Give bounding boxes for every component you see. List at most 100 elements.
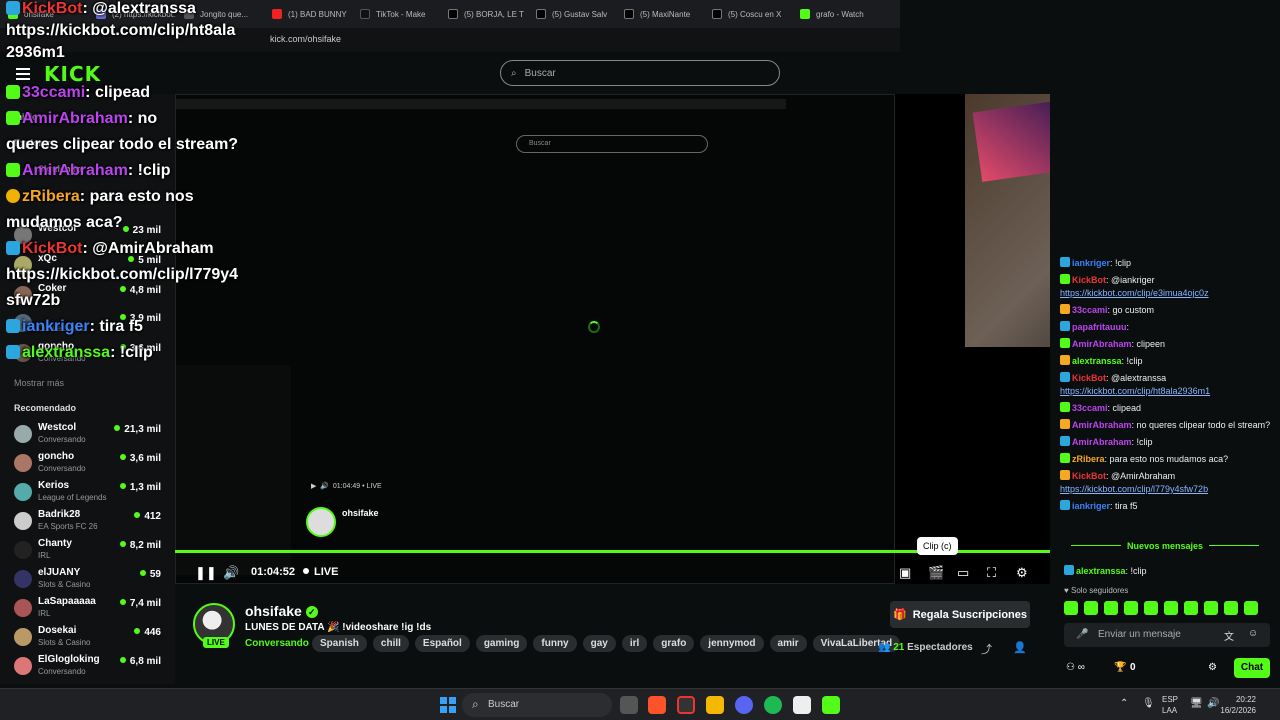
app-icon[interactable]	[793, 696, 811, 714]
emote-icon[interactable]	[1184, 601, 1198, 615]
recommended-channel[interactable]: Dosekai Slots & Casino 446	[12, 624, 167, 652]
emote-icon[interactable]	[1244, 601, 1258, 615]
new-messages-divider[interactable]: Nuevos mensajes	[1060, 541, 1270, 551]
follow-user-icon[interactable]: 👤	[1013, 641, 1027, 654]
discord-icon[interactable]	[735, 696, 753, 714]
stream-category[interactable]: Conversando	[245, 638, 309, 649]
emoji-icon[interactable]: ☺	[1248, 628, 1258, 639]
chat-username[interactable]: zRibera	[1072, 454, 1105, 464]
chest-icon[interactable]: 🏆	[1114, 662, 1126, 673]
mic-icon[interactable]: 🎤	[1076, 629, 1088, 640]
emote-icon[interactable]	[1064, 601, 1078, 615]
tag[interactable]: jennymod	[700, 635, 764, 652]
kick-logo[interactable]: KICK	[44, 62, 101, 86]
browser-tab[interactable]: TikTok - Make	[352, 0, 440, 28]
chat-username[interactable]: alextranssa	[1076, 566, 1126, 576]
emote-icon[interactable]	[1204, 601, 1218, 615]
search-input[interactable]: ⌕ Buscar	[500, 60, 780, 86]
recommended-channel[interactable]: elJUANY Slots & Casino 59	[12, 566, 167, 594]
tag[interactable]: irl	[621, 635, 648, 652]
pause-icon[interactable]: ❚❚	[195, 565, 217, 581]
emote-icon[interactable]	[1084, 601, 1098, 615]
recommended-channel[interactable]: Badrik28 EA Sports FC 26 412	[12, 508, 167, 536]
volume-icon[interactable]: 🔊	[223, 565, 239, 581]
browser-tab[interactable]: (5) Coscu en X	[704, 0, 792, 28]
task-view-icon[interactable]	[620, 696, 638, 714]
network-icon[interactable]: 🖥	[1190, 698, 1203, 709]
chat-username[interactable]: KickBot	[1072, 373, 1106, 383]
chat-send-button[interactable]: Chat	[1234, 658, 1270, 678]
emote-icon[interactable]	[1164, 601, 1178, 615]
clip-icon[interactable]: 🎬	[928, 565, 944, 581]
tag[interactable]: Español	[414, 635, 470, 652]
chat-username[interactable]: KickBot	[1072, 471, 1106, 481]
tray-chevron-icon[interactable]: ⌃	[1120, 698, 1128, 709]
chat-username[interactable]: papafritauuu	[1072, 322, 1127, 332]
gift-subscriptions-button[interactable]: 🎁 Regala Suscripciones	[890, 601, 1030, 628]
theater-mode-icon[interactable]: ▭	[957, 565, 969, 581]
browser-tab[interactable]: (1) BAD BUNNY	[264, 0, 352, 28]
video-player[interactable]: Buscar ▶ 🔊 01:04:49 • LIVE ohsifake	[175, 94, 1050, 584]
tag[interactable]: chill	[372, 635, 409, 652]
chat-username[interactable]: iankriger	[1072, 501, 1110, 511]
settings-gear-icon[interactable]: ⚙	[1016, 565, 1028, 581]
overlay-text: mudamos aca?	[6, 214, 123, 231]
browser-tab[interactable]: (5) BORJA, LE T	[440, 0, 528, 28]
chat-link[interactable]: https://kickbot.com/clip/e3imua4ojc0z	[1060, 288, 1209, 298]
tag[interactable]: amir	[769, 635, 807, 652]
recommended-channel[interactable]: Westcol Conversando 21,3 mil	[12, 421, 167, 449]
chat-username[interactable]: iankriger	[1072, 258, 1110, 268]
clock[interactable]: 20:22 16/2/2026	[1220, 694, 1256, 716]
chat-username[interactable]: AmirAbraham	[1072, 339, 1132, 349]
chat-username[interactable]: AmirAbraham	[1072, 437, 1132, 447]
browser-tab[interactable]: grafo - Watch	[792, 0, 880, 28]
recommended-channel[interactable]: Kerios League of Legends 1,3 mil	[12, 479, 167, 507]
chat-username[interactable]: 33ccami	[1072, 305, 1108, 315]
browser-tab[interactable]: (5) Gustav Salv	[528, 0, 616, 28]
tag[interactable]: Spanish	[312, 635, 367, 652]
recommended-channel[interactable]: LaSapaaaaa IRL 7,4 mil	[12, 595, 167, 623]
chat-username[interactable]: KickBot	[1072, 275, 1106, 285]
live-indicator[interactable]: LIVE	[303, 566, 338, 578]
browser-tab[interactable]: (5) MaxiNante	[616, 0, 704, 28]
share-icon[interactable]: ⤴	[981, 641, 992, 657]
taskbar-search[interactable]: Buscar	[462, 693, 612, 717]
url-text[interactable]: kick.com/ohsifake	[270, 34, 341, 44]
chat-username[interactable]: AmirAbraham	[1072, 420, 1132, 430]
chat-link[interactable]: https://kickbot.com/clip/ht8ala2936m1	[1060, 386, 1210, 396]
obs-icon[interactable]	[677, 696, 695, 714]
tag[interactable]: funny	[533, 635, 577, 652]
chat-username[interactable]: alextranssa	[1072, 356, 1122, 366]
overlay-chat-line: https://kickbot.com/clip/ht8ala	[6, 22, 235, 40]
menu-icon[interactable]	[16, 68, 30, 83]
fullscreen-icon[interactable]: ⛶	[987, 565, 996, 581]
picture-in-picture-icon[interactable]: ▣	[899, 565, 911, 581]
channel-name[interactable]: ohsifake ✓	[245, 603, 318, 619]
spotify-icon[interactable]	[764, 696, 782, 714]
emote-icon[interactable]	[1144, 601, 1158, 615]
chat-username[interactable]: 33ccami	[1072, 403, 1108, 413]
translate-icon[interactable]: 文	[1224, 628, 1234, 643]
tag[interactable]: grafo	[653, 635, 695, 652]
recommended-channel[interactable]: ElGlogloking Conversando 6,8 mil	[12, 653, 167, 681]
points-icon[interactable]: ⚇ ∞	[1066, 662, 1085, 673]
tag[interactable]: gay	[582, 635, 616, 652]
emote-icon[interactable]	[1124, 601, 1138, 615]
language-indicator[interactable]: ESP LAA	[1162, 694, 1178, 716]
windows-start-icon[interactable]	[440, 697, 456, 713]
chat-input[interactable]: 🎤 Enviar un mensaje 文 ☺	[1064, 623, 1270, 647]
volume-tray-icon[interactable]: 🔊	[1207, 698, 1219, 709]
tag[interactable]: gaming	[475, 635, 528, 652]
file-explorer-icon[interactable]	[706, 696, 724, 714]
recommended-channel[interactable]: Chanty IRL 8,2 mil	[12, 537, 167, 565]
kick-app-icon[interactable]	[822, 696, 840, 714]
show-more-link[interactable]: Mostrar más	[14, 378, 64, 388]
mic-tray-icon[interactable]: 🎙	[1142, 698, 1155, 709]
recommended-channel[interactable]: goncho Conversando 3,6 mil	[12, 450, 167, 478]
channel-category: Conversando	[38, 667, 86, 676]
brave-browser-icon[interactable]	[648, 696, 666, 714]
emote-icon[interactable]	[1224, 601, 1238, 615]
chat-settings-icon[interactable]: ⚙	[1208, 662, 1217, 673]
chat-link[interactable]: https://kickbot.com/clip/l779y4sfw72b	[1060, 484, 1208, 494]
emote-icon[interactable]	[1104, 601, 1118, 615]
